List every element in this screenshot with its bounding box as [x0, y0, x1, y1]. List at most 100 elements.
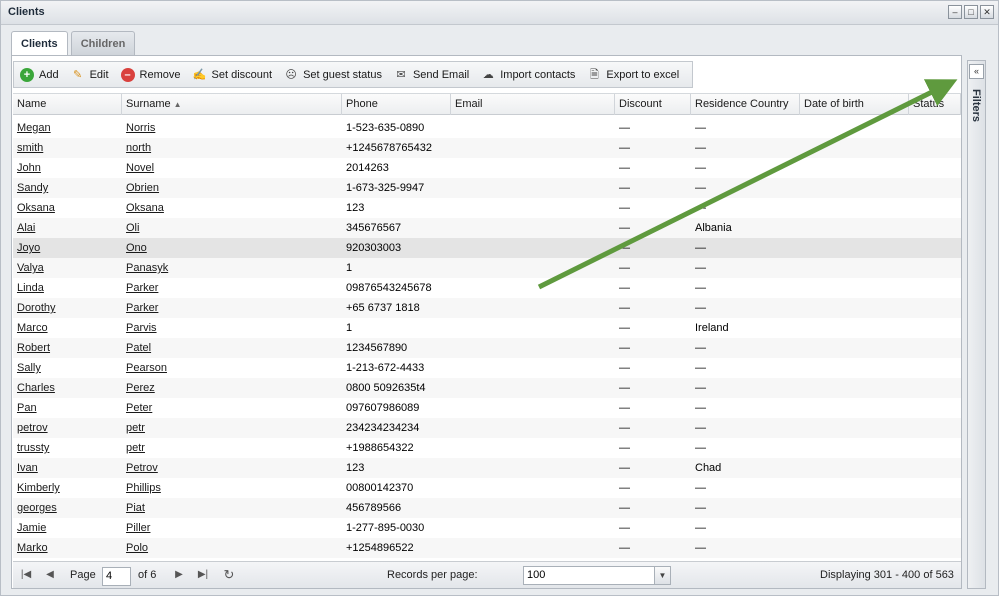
table-row[interactable]: petrov petr 234234234234 — — [13, 418, 961, 438]
cell-name[interactable]: Pan [13, 398, 122, 418]
cell-name[interactable]: Megan [13, 118, 122, 138]
cell-surname[interactable]: Parvis [122, 318, 342, 338]
cell-discount: — [619, 262, 630, 274]
cell-surname[interactable]: Oksana [122, 198, 342, 218]
next-page-icon[interactable]: ▶ [172, 568, 186, 582]
edit-button[interactable]: ✎ Edit [71, 68, 109, 82]
cell-name[interactable]: Dorothy [13, 298, 122, 318]
filters-panel[interactable]: « Filters [967, 60, 986, 589]
add-button[interactable]: + Add [20, 67, 59, 82]
records-per-page-select[interactable]: 100 ▼ [523, 566, 671, 585]
cell-surname[interactable]: petr [122, 418, 342, 438]
table-row[interactable]: trussty petr +1988654322 — — [13, 438, 961, 458]
cell-surname[interactable]: Parker [122, 278, 342, 298]
table-row[interactable]: Oksana Oksana 123 — — [13, 198, 961, 218]
column-header-status[interactable]: Status [909, 94, 961, 115]
column-header-country[interactable]: Residence Country [691, 94, 800, 115]
cell-name[interactable]: Marko [13, 538, 122, 558]
table-row[interactable]: Kimberly Phillips 00800142370 — — [13, 478, 961, 498]
last-page-icon[interactable]: ▶| [196, 568, 210, 582]
send-email-button[interactable]: ✉ Send Email [394, 68, 469, 82]
export-excel-button[interactable]: 🗎 Export to excel [587, 68, 679, 82]
table-row[interactable]: georges Piat 456789566 — — [13, 498, 961, 518]
cell-surname[interactable]: Pearson [122, 358, 342, 378]
remove-button[interactable]: – Remove [120, 67, 181, 82]
table-row[interactable]: Marco Parvis 1 — Ireland [13, 318, 961, 338]
import-contacts-button[interactable]: ☁ Import contacts [481, 68, 576, 82]
cell-name[interactable]: Sandy [13, 178, 122, 198]
cell-surname[interactable]: Parker [122, 298, 342, 318]
cell-surname[interactable]: Patel [122, 338, 342, 358]
table-row[interactable]: Ivan Petrov 123 — Chad [13, 458, 961, 478]
table-row[interactable]: Joyo Ono 920303003 — — [13, 238, 961, 258]
cell-surname[interactable]: north [122, 138, 342, 158]
set-discount-button[interactable]: ✍ Set discount [193, 68, 272, 82]
table-row[interactable]: Charles Perez 0800 5092635t4 — — [13, 378, 961, 398]
cell-surname[interactable]: Obrien [122, 178, 342, 198]
cell-country: — [695, 542, 706, 554]
first-page-icon[interactable]: |◀ [19, 568, 33, 582]
cell-name[interactable]: Linda [13, 278, 122, 298]
table-row[interactable]: Sally Pearson 1-213-672-4433 — — [13, 358, 961, 378]
cell-name[interactable]: Valya [13, 258, 122, 278]
cell-surname[interactable]: Novel [122, 158, 342, 178]
maximize-icon[interactable]: □ [964, 5, 978, 19]
cell-surname[interactable]: Perez [122, 378, 342, 398]
column-header-surname[interactable]: Surname ▲ [122, 94, 342, 115]
set-guest-status-button[interactable]: ☹ Set guest status [284, 68, 382, 82]
cell-surname[interactable]: Ono [122, 238, 342, 258]
cell-surname[interactable]: petr [122, 438, 342, 458]
cell-name[interactable]: Oksana [13, 198, 122, 218]
cell-name[interactable]: Robert [13, 338, 122, 358]
table-row[interactable]: Dorothy Parker +65 6737 1818 — — [13, 298, 961, 318]
table-row[interactable]: smith north +1245678765432 — — [13, 138, 961, 158]
cell-name[interactable]: John [13, 158, 122, 178]
cell-name[interactable]: Jamie [13, 518, 122, 538]
cell-name[interactable]: Ivan [13, 458, 122, 478]
cell-name[interactable]: Alai [13, 218, 122, 238]
column-header-email[interactable]: Email [451, 94, 615, 115]
cell-surname[interactable]: Phillips [122, 478, 342, 498]
table-row[interactable]: Sandy Obrien 1-673-325-9947 — — [13, 178, 961, 198]
cell-surname[interactable]: Norris [122, 118, 342, 138]
cell-name[interactable]: georges [13, 498, 122, 518]
cell-surname[interactable]: Oli [122, 218, 342, 238]
table-row[interactable]: Jamie Piller 1-277-895-0030 — — [13, 518, 961, 538]
table-row[interactable]: Linda Parker 09876543245678 — — [13, 278, 961, 298]
cell-surname[interactable]: Piller [122, 518, 342, 538]
chevron-down-icon[interactable]: ▼ [654, 567, 670, 584]
table-row[interactable]: Robert Patel 1234567890 — — [13, 338, 961, 358]
cell-name[interactable]: petrov [13, 418, 122, 438]
tab-clients[interactable]: Clients [11, 31, 68, 55]
table-row[interactable]: Marko Polo +1254896522 — — [13, 538, 961, 558]
column-header-name[interactable]: Name [13, 94, 122, 115]
table-row[interactable]: Pan Peter 097607986089 — — [13, 398, 961, 418]
table-row[interactable]: John Novel 2014263 — — [13, 158, 961, 178]
column-header-discount[interactable]: Discount [615, 94, 691, 115]
table-row[interactable]: Valya Panasyk 1 — — [13, 258, 961, 278]
cell-name[interactable]: trussty [13, 438, 122, 458]
close-icon[interactable]: ✕ [980, 5, 994, 19]
cell-name[interactable]: Sally [13, 358, 122, 378]
cell-surname[interactable]: Peter [122, 398, 342, 418]
table-row[interactable]: Megan Norris 1-523-635-0890 — — [13, 118, 961, 138]
column-header-phone[interactable]: Phone [342, 94, 451, 115]
cell-name[interactable]: Joyo [13, 238, 122, 258]
cell-surname[interactable]: Polo [122, 538, 342, 558]
cell-surname[interactable]: Petrov [122, 458, 342, 478]
expand-filters-icon[interactable]: « [969, 64, 984, 79]
cell-surname[interactable]: Panasyk [122, 258, 342, 278]
cell-name[interactable]: smith [13, 138, 122, 158]
table-row[interactable]: Alai Oli 345676567 — Albania [13, 218, 961, 238]
tab-children[interactable]: Children [70, 31, 136, 55]
page-number-input[interactable]: 4 [102, 567, 131, 586]
cell-name[interactable]: Charles [13, 378, 122, 398]
cell-name[interactable]: Kimberly [13, 478, 122, 498]
refresh-icon[interactable]: ↻ [222, 568, 236, 582]
prev-page-icon[interactable]: ◀ [43, 568, 57, 582]
column-header-dob[interactable]: Date of birth [800, 94, 909, 115]
cell-surname[interactable]: Piat [122, 498, 342, 518]
cell-name[interactable]: Marco [13, 318, 122, 338]
cell-phone: 1-277-895-0030 [346, 522, 425, 534]
minimize-icon[interactable]: – [948, 5, 962, 19]
